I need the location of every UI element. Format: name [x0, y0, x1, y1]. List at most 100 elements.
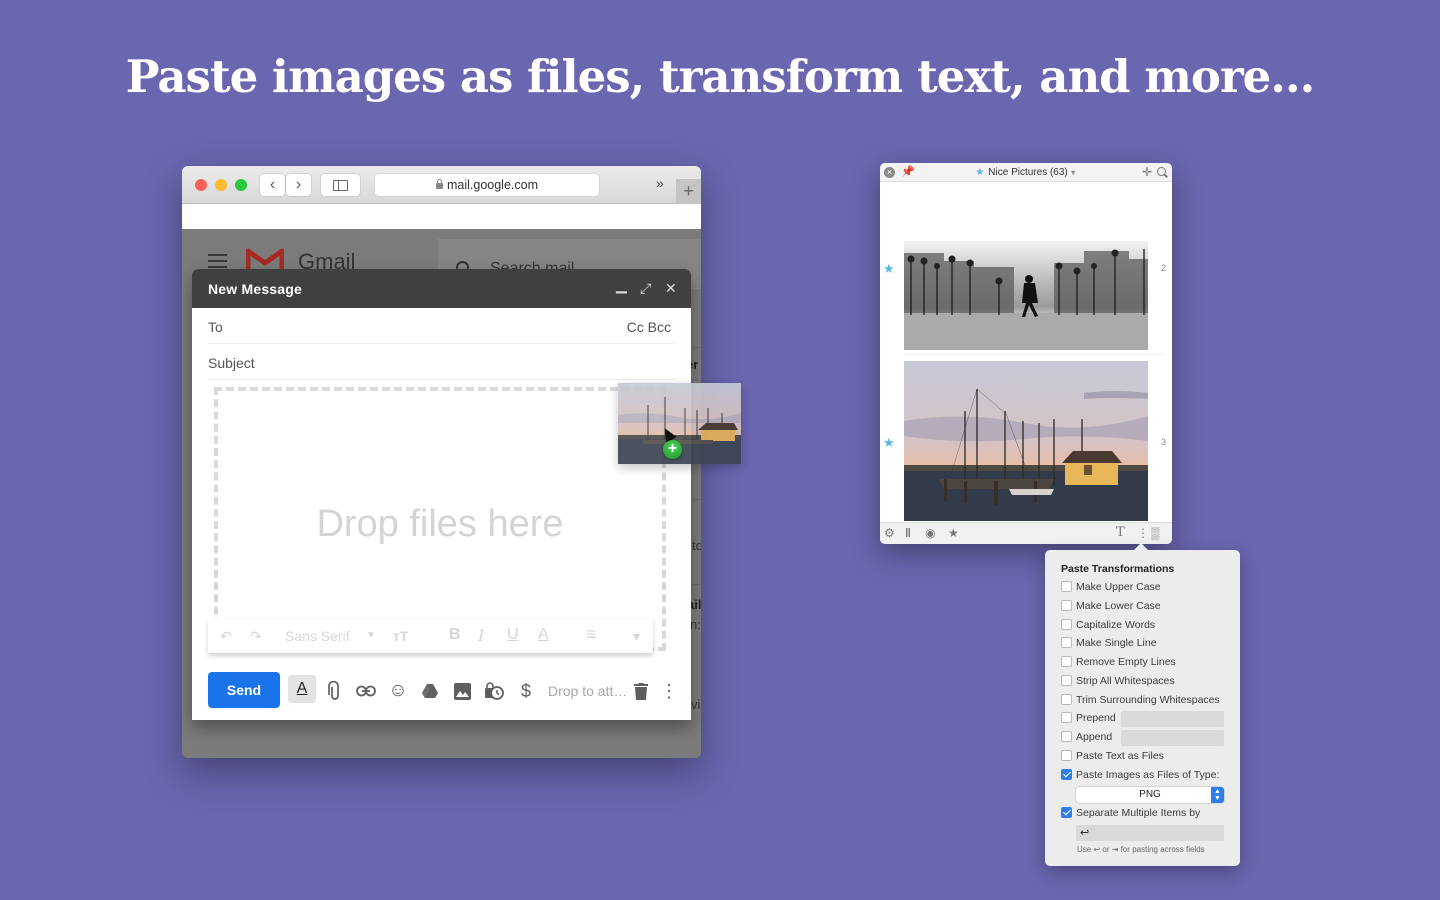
checkbox[interactable] — [1061, 674, 1072, 686]
bold-icon[interactable]: B — [449, 626, 461, 644]
more-options-icon[interactable]: ⋮ — [657, 679, 681, 703]
zoom-window-button[interactable] — [235, 179, 247, 191]
cc-bcc-link[interactable]: Cc Bcc — [627, 319, 671, 335]
checkbox[interactable] — [1061, 580, 1072, 592]
checkbox[interactable] — [1061, 636, 1072, 648]
subject-field[interactable]: Subject — [208, 344, 675, 380]
checkbox[interactable] — [1061, 711, 1072, 723]
pause-icon[interactable]: ‖ — [905, 526, 911, 540]
copy-plus-icon: + — [663, 440, 682, 459]
option-paste-images-as-files[interactable]: Paste Images as Files of Type: — [1061, 768, 1220, 783]
option-trim-surrounding-whitespaces[interactable]: Trim Surrounding Whitespaces — [1061, 693, 1220, 708]
italic-icon[interactable]: I — [478, 626, 484, 645]
forward-button[interactable]: › — [286, 174, 311, 196]
link-icon[interactable] — [354, 679, 378, 703]
option-label: Paste Images as Files of Type: — [1076, 769, 1220, 781]
new-tab-button[interactable]: + — [676, 179, 701, 204]
option-strip-all-whitespaces[interactable]: Strip All Whitespaces — [1061, 674, 1175, 689]
search-icon[interactable] — [1157, 167, 1166, 176]
clipboard-header: × 📌 ★ Nice Pictures (63) ▼ ✛ — [880, 163, 1172, 182]
clipboard-footer: ⚙ ‖ ◉ ★ T ⋮ ▒ — [880, 522, 1172, 544]
star-icon[interactable]: ★ — [883, 435, 895, 451]
back-button[interactable]: ‹ — [260, 174, 285, 196]
checkbox[interactable] — [1061, 730, 1072, 742]
checkbox[interactable] — [1061, 693, 1072, 705]
minimize-window-button[interactable] — [215, 179, 227, 191]
option-make-upper-case[interactable]: Make Upper Case — [1061, 580, 1161, 595]
exit-fullscreen-icon[interactable]: ⤢ — [640, 280, 651, 297]
clipboard-item[interactable]: ★ 2 — [880, 183, 1172, 355]
star-icon: ★ — [975, 167, 985, 178]
checkbox[interactable] — [1061, 599, 1072, 611]
text-transform-icon[interactable]: T — [1116, 525, 1125, 540]
minimize-icon[interactable]: ▁ — [616, 277, 627, 294]
option-remove-empty-lines[interactable]: Remove Empty Lines — [1061, 655, 1176, 670]
more-options-icon[interactable]: ⋮ — [1137, 526, 1149, 540]
clipboard-item[interactable]: ★ 3 — [880, 355, 1172, 523]
checkbox[interactable] — [1061, 655, 1072, 667]
clipboard-image — [904, 361, 1148, 521]
option-label: Make Single Line — [1076, 637, 1157, 649]
option-label: Capitalize Words — [1076, 619, 1156, 631]
send-money-icon[interactable]: $ — [514, 679, 538, 703]
checkbox-checked[interactable] — [1061, 768, 1072, 780]
align-icon[interactable]: ≡ — [586, 624, 597, 645]
option-prepend[interactable]: Prepend — [1061, 711, 1116, 726]
clipboard-manager-window: × 📌 ★ Nice Pictures (63) ▼ ✛ ★ 2 ★ 3 ⚙ ‖… — [880, 163, 1172, 544]
image-type-select[interactable]: PNG ▲ ▼ — [1076, 787, 1224, 803]
confidential-mode-icon[interactable] — [482, 679, 506, 703]
underline-icon[interactable]: U — [507, 626, 519, 644]
font-family-select[interactable]: Sans Serif — [285, 628, 350, 644]
star-icon[interactable]: ★ — [883, 261, 895, 277]
send-button[interactable]: Send — [208, 672, 280, 708]
append-input[interactable] — [1121, 730, 1224, 746]
pinboard-selector[interactable]: ★ Nice Pictures (63) ▼ — [880, 167, 1172, 178]
option-separate-multiple-items[interactable]: Separate Multiple Items by — [1061, 806, 1201, 821]
option-paste-text-as-files[interactable]: Paste Text as Files — [1061, 749, 1164, 764]
emoji-icon[interactable]: ☺ — [386, 679, 410, 703]
checkbox-checked[interactable] — [1061, 806, 1072, 818]
drop-files-text: Drop files here — [316, 503, 564, 545]
checkbox[interactable] — [1061, 618, 1072, 630]
compose-dialog: New Message ▁ ⤢ ✕ To Cc Bcc Subject Drop… — [192, 269, 691, 720]
item-index: 3 — [1160, 437, 1166, 447]
sidebar-toggle-button[interactable] — [321, 174, 360, 196]
google-drive-icon[interactable] — [418, 679, 442, 703]
redo-icon[interactable]: ↷ — [250, 628, 262, 645]
undo-icon[interactable]: ↶ — [220, 628, 232, 645]
option-label: Separate Multiple Items by — [1076, 807, 1201, 819]
more-formatting-icon[interactable]: ▾ — [633, 628, 640, 645]
text-color-icon[interactable]: A — [538, 626, 549, 644]
drop-to-attach-text: Drop to att… — [548, 683, 628, 699]
attach-icon[interactable] — [323, 679, 347, 703]
option-make-lower-case[interactable]: Make Lower Case — [1061, 599, 1161, 614]
formatting-options-icon[interactable]: A — [288, 675, 316, 703]
discard-draft-icon[interactable] — [629, 679, 653, 703]
separator-input[interactable]: ↩ — [1076, 825, 1224, 841]
move-icon[interactable]: ✛ — [1142, 165, 1152, 179]
to-label: To — [208, 319, 223, 335]
prepend-input[interactable] — [1121, 711, 1224, 727]
option-append[interactable]: Append — [1061, 730, 1112, 745]
popover-title: Paste Transformations — [1061, 563, 1175, 575]
subject-label: Subject — [208, 355, 255, 371]
close-window-button[interactable] — [195, 179, 207, 191]
font-size-icon[interactable]: тT — [393, 628, 408, 644]
to-field[interactable]: To Cc Bcc — [208, 308, 675, 344]
menu-icon[interactable] — [208, 254, 227, 268]
address-bar[interactable]: mail.google.com — [375, 174, 599, 196]
overflow-chevrons-icon[interactable]: » — [656, 175, 664, 191]
insert-photo-icon[interactable] — [450, 679, 474, 703]
checkbox[interactable] — [1061, 749, 1072, 761]
settings-icon[interactable]: ⚙ — [884, 526, 895, 540]
trash-icon[interactable]: ▒ — [1151, 526, 1160, 540]
star-settings-icon[interactable]: ★ — [948, 526, 959, 540]
drop-zone[interactable]: Drop files here — [214, 387, 666, 651]
close-icon[interactable]: ✕ — [665, 280, 677, 297]
url-text: mail.google.com — [446, 178, 538, 192]
browser-titlebar: ‹ › mail.google.com » + — [182, 166, 701, 204]
option-capitalize-words[interactable]: Capitalize Words — [1061, 618, 1156, 633]
option-make-single-line[interactable]: Make Single Line — [1061, 636, 1157, 651]
camera-icon[interactable]: ◉ — [925, 526, 935, 540]
separator-hint: Use ↩ or ⇥ for pasting across fields — [1077, 845, 1205, 854]
